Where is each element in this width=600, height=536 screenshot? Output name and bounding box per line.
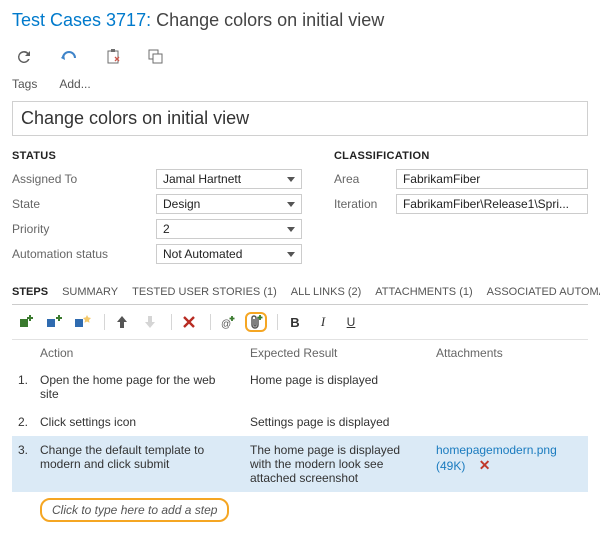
- underline-icon[interactable]: U: [340, 312, 362, 332]
- automation-label: Automation status: [12, 247, 156, 261]
- insert-shared-step-icon[interactable]: [44, 312, 66, 332]
- move-down-icon[interactable]: [139, 312, 161, 332]
- svg-text:@: @: [221, 319, 231, 329]
- tab-strip: STEPS SUMMARY TESTED USER STORIES (1) AL…: [12, 280, 588, 305]
- col-expected-header: Expected Result: [250, 346, 436, 360]
- step-number: 2.: [18, 415, 40, 429]
- step-action[interactable]: Change the default template to modern an…: [40, 443, 250, 471]
- tab-summary[interactable]: SUMMARY: [62, 280, 118, 304]
- tab-attachments[interactable]: ATTACHMENTS (1): [375, 280, 472, 304]
- tags-label: Tags: [12, 77, 37, 91]
- step-number: 3.: [18, 443, 40, 457]
- add-tag-button[interactable]: Add...: [55, 75, 94, 93]
- step-row[interactable]: 1. Open the home page for the web site H…: [12, 366, 588, 408]
- assigned-to-select[interactable]: Jamal Hartnett: [156, 169, 302, 189]
- classification-heading: CLASSIFICATION: [334, 150, 588, 162]
- add-step-placeholder[interactable]: Click to type here to add a step: [40, 498, 229, 522]
- tab-associated-automation[interactable]: ASSOCIATED AUTOMAT...: [487, 280, 600, 304]
- move-up-icon[interactable]: [111, 312, 133, 332]
- copy-icon[interactable]: [148, 49, 163, 65]
- tab-steps[interactable]: STEPS: [12, 280, 48, 304]
- steps-grid-header: Action Expected Result Attachments: [12, 340, 588, 366]
- insert-step-icon[interactable]: [16, 312, 38, 332]
- area-label: Area: [334, 172, 396, 186]
- page-title: Test Cases 3717: Change colors on initia…: [12, 10, 588, 31]
- status-heading: STATUS: [12, 150, 302, 162]
- iteration-label: Iteration: [334, 197, 396, 211]
- state-label: State: [12, 197, 156, 211]
- insert-parameter-icon[interactable]: @: [217, 312, 239, 332]
- step-attachment: homepagemodern.png (49K) ✕: [436, 443, 588, 474]
- step-expected[interactable]: Home page is displayed: [250, 373, 436, 387]
- state-select[interactable]: Design: [156, 194, 302, 214]
- create-shared-step-icon[interactable]: [72, 312, 94, 332]
- item-id: Test Cases 3717:: [12, 10, 151, 30]
- delete-step-icon[interactable]: [178, 312, 200, 332]
- add-attachment-icon[interactable]: [245, 312, 267, 332]
- automation-select[interactable]: Not Automated: [156, 244, 302, 264]
- assigned-to-label: Assigned To: [12, 172, 156, 186]
- main-toolbar: [12, 45, 588, 75]
- step-action[interactable]: Click settings icon: [40, 415, 250, 429]
- step-row[interactable]: 3. Change the default template to modern…: [12, 436, 588, 492]
- col-action-header: Action: [40, 346, 250, 360]
- priority-label: Priority: [12, 222, 156, 236]
- col-attachments-header: Attachments: [436, 346, 588, 360]
- area-select[interactable]: FabrikamFiber: [396, 169, 588, 189]
- iteration-select[interactable]: FabrikamFiber\Release1\Spri...: [396, 194, 588, 214]
- steps-toolbar: @ B I U: [12, 305, 588, 340]
- priority-select[interactable]: 2: [156, 219, 302, 239]
- step-row[interactable]: 2. Click settings icon Settings page is …: [12, 408, 588, 436]
- step-action[interactable]: Open the home page for the web site: [40, 373, 250, 401]
- bold-icon[interactable]: B: [284, 312, 306, 332]
- step-number: 1.: [18, 373, 40, 387]
- remove-attachment-icon[interactable]: ✕: [479, 457, 491, 473]
- attachment-link[interactable]: homepagemodern.png (49K): [436, 443, 557, 473]
- refresh-icon[interactable]: [16, 49, 32, 65]
- item-title: Change colors on initial view: [156, 10, 384, 30]
- tab-tested-stories[interactable]: TESTED USER STORIES (1): [132, 280, 277, 304]
- clipboard-icon[interactable]: [106, 49, 120, 65]
- tab-all-links[interactable]: ALL LINKS (2): [291, 280, 362, 304]
- step-expected[interactable]: Settings page is displayed: [250, 415, 436, 429]
- italic-icon[interactable]: I: [312, 312, 334, 332]
- undo-icon[interactable]: [60, 49, 78, 65]
- title-input[interactable]: [12, 101, 588, 136]
- step-expected[interactable]: The home page is displayed with the mode…: [250, 443, 436, 485]
